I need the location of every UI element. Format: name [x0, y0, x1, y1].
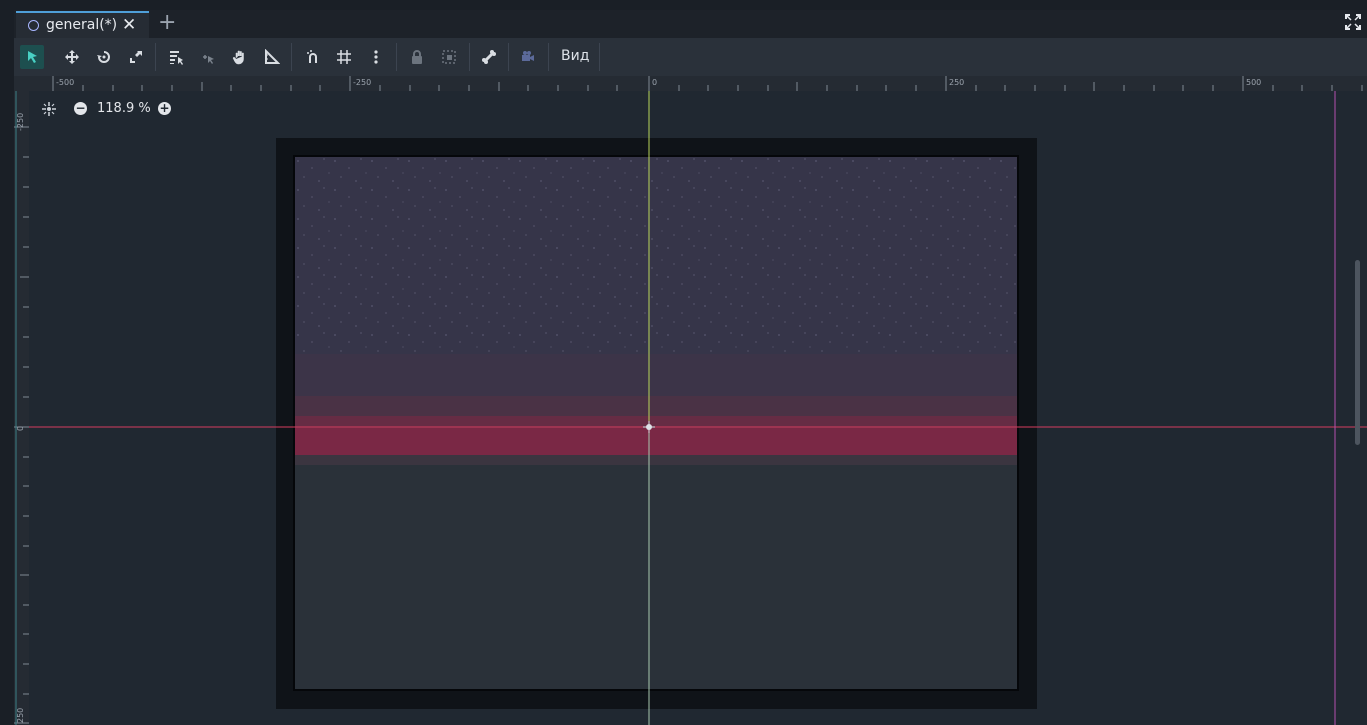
- horizon-band: [295, 396, 1017, 416]
- scene-node-icon: [28, 20, 39, 31]
- vertical-ruler-ticks: [14, 126, 29, 724]
- toolbar-separator: [469, 43, 470, 71]
- bone-icon: [482, 50, 496, 64]
- toolbar-separator: [155, 43, 156, 71]
- grid-snap-icon: [337, 50, 351, 64]
- vertical-ruler[interactable]: -250 0 250: [14, 91, 29, 725]
- horizon-band: [295, 416, 1017, 428]
- ruler-mode-button[interactable]: [260, 45, 284, 69]
- zoom-in-button[interactable]: +: [158, 102, 171, 115]
- ruler-label: 0: [652, 78, 658, 87]
- camera-override-button[interactable]: [516, 45, 540, 69]
- smart-snap-button[interactable]: [301, 45, 325, 69]
- ruler-label: -250: [353, 78, 372, 87]
- ruler-label: 250: [949, 78, 965, 87]
- fullscreen-icon[interactable]: [1345, 14, 1361, 30]
- ruler-label: 0: [16, 425, 25, 431]
- kebab-menu-icon: [374, 50, 378, 64]
- scale-mode-button[interactable]: [124, 45, 148, 69]
- ruler-label: 500: [1246, 78, 1262, 87]
- scene-preview[interactable]: [293, 155, 1019, 691]
- left-dock-edge: [0, 10, 14, 725]
- hand-pan-icon: [232, 50, 244, 65]
- select-arrow-icon: [28, 51, 37, 63]
- smart-snap-icon: [307, 50, 317, 63]
- horizon-band: [295, 455, 1017, 465]
- starry-sky-layer: [295, 157, 1017, 354]
- pivot-mode-button[interactable]: [196, 45, 220, 69]
- ruler-label: -250: [16, 112, 25, 131]
- snap-options-button[interactable]: [364, 45, 388, 69]
- pivot-icon: [203, 55, 214, 64]
- add-tab-button[interactable]: +: [158, 11, 176, 35]
- grid-snap-button[interactable]: [332, 45, 356, 69]
- ruler-label: -500: [56, 78, 75, 87]
- list-select-icon: [170, 51, 183, 65]
- move-mode-button[interactable]: [60, 45, 84, 69]
- camera-override-icon: [522, 51, 534, 61]
- select-mode-button[interactable]: [20, 45, 44, 69]
- rotate-mode-button[interactable]: [92, 45, 116, 69]
- toolbar-separator: [291, 43, 292, 71]
- scene-tab-bar: general(*) ✕ +: [14, 10, 1367, 38]
- window-top-strip: [0, 0, 1367, 10]
- group-button[interactable]: [437, 45, 461, 69]
- scale-icon: [130, 51, 142, 63]
- skeleton-button[interactable]: [477, 45, 501, 69]
- view-menu-button[interactable]: Вид: [561, 48, 589, 64]
- rotate-icon: [97, 51, 110, 63]
- center-view-button[interactable]: [41, 101, 57, 117]
- scene-tab-label: general(*): [46, 17, 118, 33]
- toolbar-separator: [508, 43, 509, 71]
- close-tab-button[interactable]: ✕: [122, 15, 136, 35]
- vertical-scrollbar-thumb[interactable]: [1355, 260, 1360, 445]
- group-icon: [442, 50, 456, 64]
- horizon-band: [295, 354, 1017, 396]
- horizon-glow-band: [295, 428, 1017, 455]
- lock-icon: [412, 50, 422, 64]
- toolbar-separator: [599, 43, 600, 71]
- move-icon: [65, 50, 79, 64]
- horizontal-ruler[interactable]: -500 -250 0 250 500: [14, 76, 1367, 91]
- scene-tab-general[interactable]: general(*) ✕: [16, 11, 149, 38]
- toolbar-separator: [396, 43, 397, 71]
- lock-button[interactable]: [405, 45, 429, 69]
- ground-layer: [295, 465, 1017, 689]
- stars-pattern: [295, 157, 1017, 354]
- center-view-icon: [42, 102, 56, 116]
- pan-mode-button[interactable]: [228, 45, 252, 69]
- list-select-button[interactable]: [164, 45, 188, 69]
- ruler-icon: [265, 49, 280, 64]
- ruler-label: 250: [16, 707, 25, 723]
- zoom-level-button[interactable]: 118.9 %: [97, 101, 151, 116]
- toolbar-separator: [548, 43, 549, 71]
- canvas-toolbar: Вид: [14, 38, 1367, 78]
- horizontal-ruler-ticks: [52, 76, 1363, 91]
- zoom-out-button[interactable]: −: [74, 102, 87, 115]
